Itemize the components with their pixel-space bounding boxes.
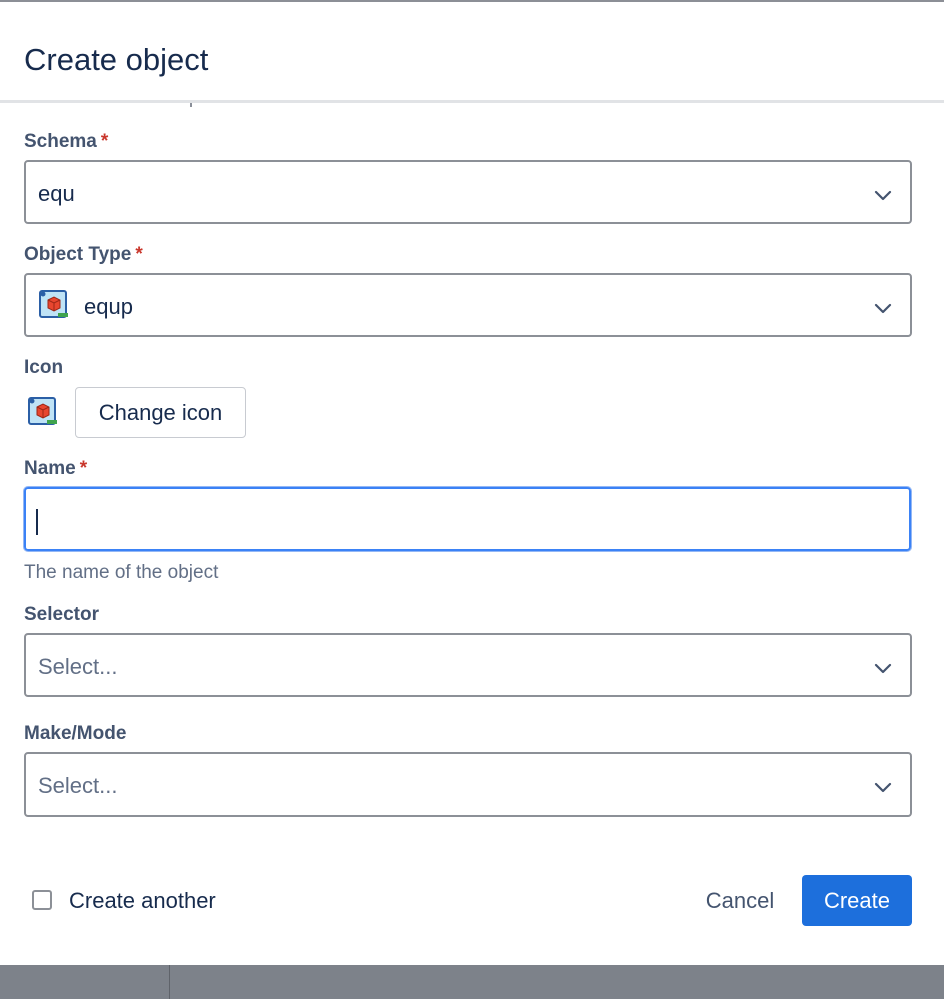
required-asterisk: * <box>100 131 109 152</box>
icon-label: Icon <box>24 357 63 379</box>
selector-label: Selector <box>24 604 99 626</box>
chevron-down-icon <box>874 782 892 793</box>
make-mode-select[interactable]: Select... <box>24 752 912 817</box>
selector-placeholder: Select... <box>38 654 118 679</box>
create-button[interactable]: Create <box>802 875 912 926</box>
chevron-down-icon <box>874 663 892 674</box>
selector-label-text: Selector <box>24 604 99 625</box>
object-type-select-value: equp <box>84 294 133 319</box>
object-type-cube-icon <box>39 290 68 318</box>
object-type-cube-icon <box>28 397 57 425</box>
schema-label: Schema * <box>24 131 108 153</box>
cancel-button[interactable]: Cancel <box>690 876 790 926</box>
object-type-label-text: Object Type <box>24 244 132 265</box>
name-helper-text: The name of the object <box>24 562 219 583</box>
background-panel-divider <box>169 965 170 999</box>
required-asterisk: * <box>135 244 143 265</box>
name-input[interactable] <box>24 487 911 551</box>
icon-label-text: Icon <box>24 357 64 378</box>
create-another-checkbox[interactable] <box>32 890 52 910</box>
schema-select-value: equ <box>38 181 75 206</box>
name-label: Name * <box>24 458 87 480</box>
make-mode-label-text: Make/Mode <box>24 723 127 744</box>
name-label-text: Name <box>24 458 76 479</box>
chevron-down-icon <box>874 303 892 314</box>
header-divider <box>0 100 944 103</box>
dialog-header: Create object <box>0 2 944 101</box>
chevron-down-icon <box>874 190 892 201</box>
required-asterisk: * <box>79 458 88 479</box>
scroll-clip-artifact <box>190 103 192 107</box>
make-mode-placeholder: Select... <box>38 773 118 798</box>
schema-select[interactable]: equ <box>24 160 912 224</box>
dialog-title: Create object <box>24 42 209 77</box>
make-mode-label: Make/Mode <box>24 723 126 745</box>
schema-label-text: Schema <box>24 131 97 152</box>
change-icon-button[interactable]: Change icon <box>75 387 246 438</box>
object-type-select[interactable]: equp <box>24 273 912 337</box>
selector-select[interactable]: Select... <box>24 633 912 697</box>
background-overlay-strip <box>0 965 944 999</box>
object-type-label: Object Type * <box>24 244 143 266</box>
text-caret <box>36 509 38 535</box>
create-another-label[interactable]: Create another <box>69 888 216 914</box>
